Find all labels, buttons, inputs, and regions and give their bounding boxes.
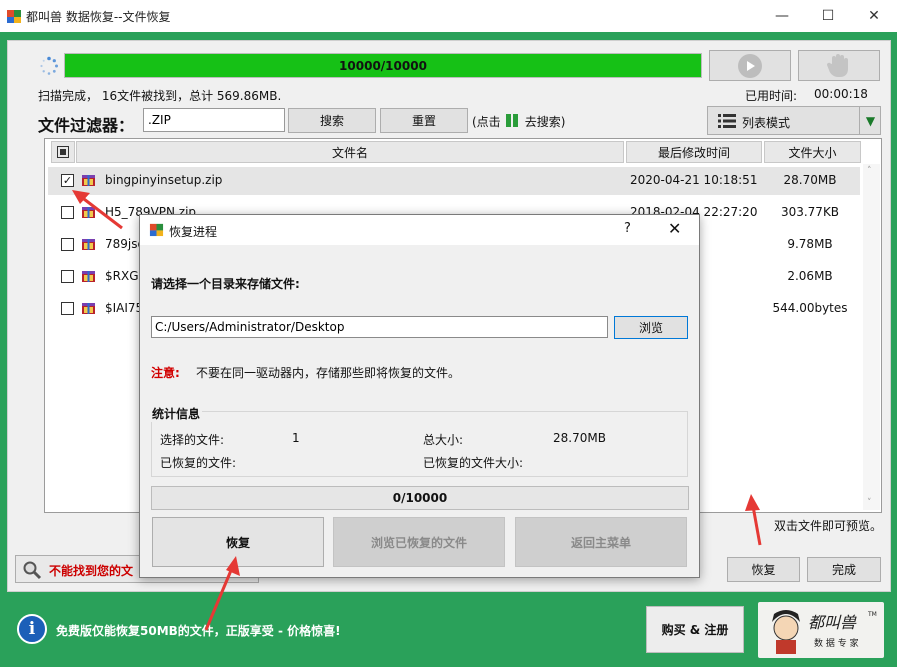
file-size: 2.06MB bbox=[787, 269, 833, 283]
preview-hint: 双击文件即可预览。 bbox=[774, 519, 883, 533]
scan-progress-bar: 10000/10000 bbox=[64, 53, 702, 78]
selected-files-value: 1 bbox=[292, 431, 300, 445]
scroll-down-icon[interactable]: ˅ bbox=[867, 498, 872, 508]
stop-hand-icon bbox=[826, 53, 848, 77]
warning-text: 不要在同一驱动器内，存储那些即将恢复的文件。 bbox=[196, 366, 461, 380]
file-name: bingpinyinsetup.zip bbox=[105, 173, 223, 187]
vertical-scrollbar[interactable]: ˄ ˅ bbox=[863, 164, 880, 510]
file-name: $IAI75 bbox=[105, 301, 144, 315]
search-button[interactable]: 搜索 bbox=[288, 108, 376, 133]
filter-hint-suffix: 去搜索) bbox=[524, 115, 566, 129]
help-button[interactable]: ? bbox=[624, 221, 631, 236]
total-size-value: 28.70MB bbox=[553, 431, 606, 445]
promo-text: 免费版仅能恢复50MB的文件，正版享受 - 价格惊喜! bbox=[56, 624, 341, 638]
recovered-size-label: 已恢复的文件大小: bbox=[423, 456, 524, 470]
recovery-dialog: 恢复进程 ? ✕ 请选择一个目录来存储文件: 浏览 注意: 不要在同一驱动器内，… bbox=[139, 214, 700, 578]
warning-label: 注意: bbox=[151, 366, 180, 380]
file-filter-input[interactable] bbox=[143, 108, 285, 132]
column-header-name[interactable]: 文件名 bbox=[76, 141, 624, 163]
file-size: 28.70MB bbox=[783, 173, 837, 187]
scan-progress-text: 10000/10000 bbox=[339, 58, 427, 73]
browse-recovered-button[interactable]: 浏览已恢复的文件 bbox=[333, 517, 505, 567]
magnifier-icon bbox=[23, 561, 42, 580]
svg-text:都叫兽: 都叫兽 bbox=[808, 613, 857, 632]
dialog-app-icon bbox=[149, 223, 164, 237]
column-header-size[interactable]: 文件大小 bbox=[764, 141, 861, 163]
dialog-titlebar: 恢复进程 ? ✕ bbox=[140, 215, 699, 245]
file-filter-label: 文件过滤器： bbox=[38, 116, 135, 135]
pause-bars-icon bbox=[505, 113, 520, 130]
select-all-checkbox[interactable] bbox=[51, 141, 75, 163]
view-mode-label: 列表模式 bbox=[742, 116, 791, 130]
window-title: 都叫兽 数据恢复--文件恢复 bbox=[26, 10, 171, 24]
svg-text:TM: TM bbox=[867, 611, 877, 618]
directory-prompt: 请选择一个目录来存储文件: bbox=[151, 277, 300, 291]
scan-status-text: 扫描完成， 16文件被找到，总计 569.86MB. bbox=[38, 89, 282, 103]
app-icon bbox=[7, 10, 21, 23]
row-checkbox[interactable] bbox=[61, 302, 74, 315]
reset-button[interactable]: 重置 bbox=[380, 108, 468, 133]
file-size: 303.77KB bbox=[780, 205, 840, 219]
statistics-title: 统计信息 bbox=[150, 405, 203, 422]
row-checkbox[interactable]: ✓ bbox=[61, 174, 74, 187]
minimize-button[interactable]: — bbox=[759, 0, 805, 32]
list-view-icon bbox=[718, 114, 736, 128]
play-icon bbox=[738, 53, 762, 78]
selected-files-label: 选择的文件: bbox=[160, 433, 225, 447]
file-size: 544.00bytes bbox=[772, 301, 848, 315]
view-mode-select[interactable]: 列表模式 ▼ bbox=[707, 106, 881, 135]
dialog-title: 恢复进程 bbox=[169, 225, 218, 239]
resume-button[interactable] bbox=[709, 50, 791, 81]
scroll-up-icon[interactable]: ˄ bbox=[867, 166, 872, 176]
zip-file-icon bbox=[82, 271, 95, 282]
recovered-files-label: 已恢复的文件: bbox=[160, 456, 237, 470]
recover-button[interactable]: 恢复 bbox=[727, 557, 800, 582]
zip-file-icon bbox=[82, 175, 95, 186]
dropdown-arrow-icon[interactable]: ▼ bbox=[859, 107, 881, 134]
elapsed-time-label: 已用时间: bbox=[745, 89, 798, 103]
buy-register-button[interactable]: 购买 & 注册 bbox=[646, 606, 744, 653]
row-checkbox[interactable] bbox=[61, 238, 74, 251]
stop-button[interactable] bbox=[798, 50, 880, 81]
dialog-recover-button[interactable]: 恢复 bbox=[152, 517, 324, 567]
maximize-button[interactable]: ☐ bbox=[805, 0, 851, 32]
info-icon: i bbox=[17, 614, 47, 644]
file-modified: 2020-04-21 10:18:51 bbox=[630, 173, 758, 187]
column-header-modified[interactable]: 最后修改时间 bbox=[626, 141, 762, 163]
svg-text:数 据 专 家: 数 据 专 家 bbox=[814, 637, 859, 649]
window-titlebar: 都叫兽 数据恢复--文件恢复 — ☐ ✕ bbox=[0, 0, 897, 32]
elapsed-time-value: 00:00:18 bbox=[814, 87, 868, 101]
total-size-label: 总大小: bbox=[423, 433, 464, 447]
destination-path-input[interactable] bbox=[151, 316, 608, 338]
zip-file-icon bbox=[82, 303, 95, 314]
brand-logo: 都叫兽 数 据 专 家 TM bbox=[758, 602, 884, 658]
file-size: 9.78MB bbox=[787, 237, 833, 251]
promo-banner: i 免费版仅能恢复50MB的文件，正版享受 - 价格惊喜! 购买 & 注册 都叫… bbox=[7, 598, 891, 662]
not-found-label: 不能找到您的文 bbox=[49, 564, 134, 578]
finish-button[interactable]: 完成 bbox=[807, 557, 881, 582]
filter-hint-prefix: (点击 bbox=[472, 115, 501, 129]
recovery-progress-bar: 0/10000 bbox=[151, 486, 689, 510]
table-row[interactable]: ✓ bingpinyinsetup.zip 2020-04-21 10:18:51 2… bbox=[48, 167, 860, 195]
file-name: $RXGI bbox=[105, 269, 143, 283]
zip-file-icon bbox=[82, 207, 95, 218]
filter-hint: (点击 去搜索) bbox=[472, 113, 565, 130]
back-to-menu-button[interactable]: 返回主菜单 bbox=[515, 517, 687, 567]
browse-button[interactable]: 浏览 bbox=[614, 316, 688, 339]
zip-file-icon bbox=[82, 239, 95, 250]
close-button[interactable]: ✕ bbox=[851, 0, 897, 32]
loading-spinner-icon bbox=[40, 56, 58, 75]
row-checkbox[interactable] bbox=[61, 270, 74, 283]
dialog-close-button[interactable]: ✕ bbox=[668, 219, 681, 238]
row-checkbox[interactable] bbox=[61, 206, 74, 219]
